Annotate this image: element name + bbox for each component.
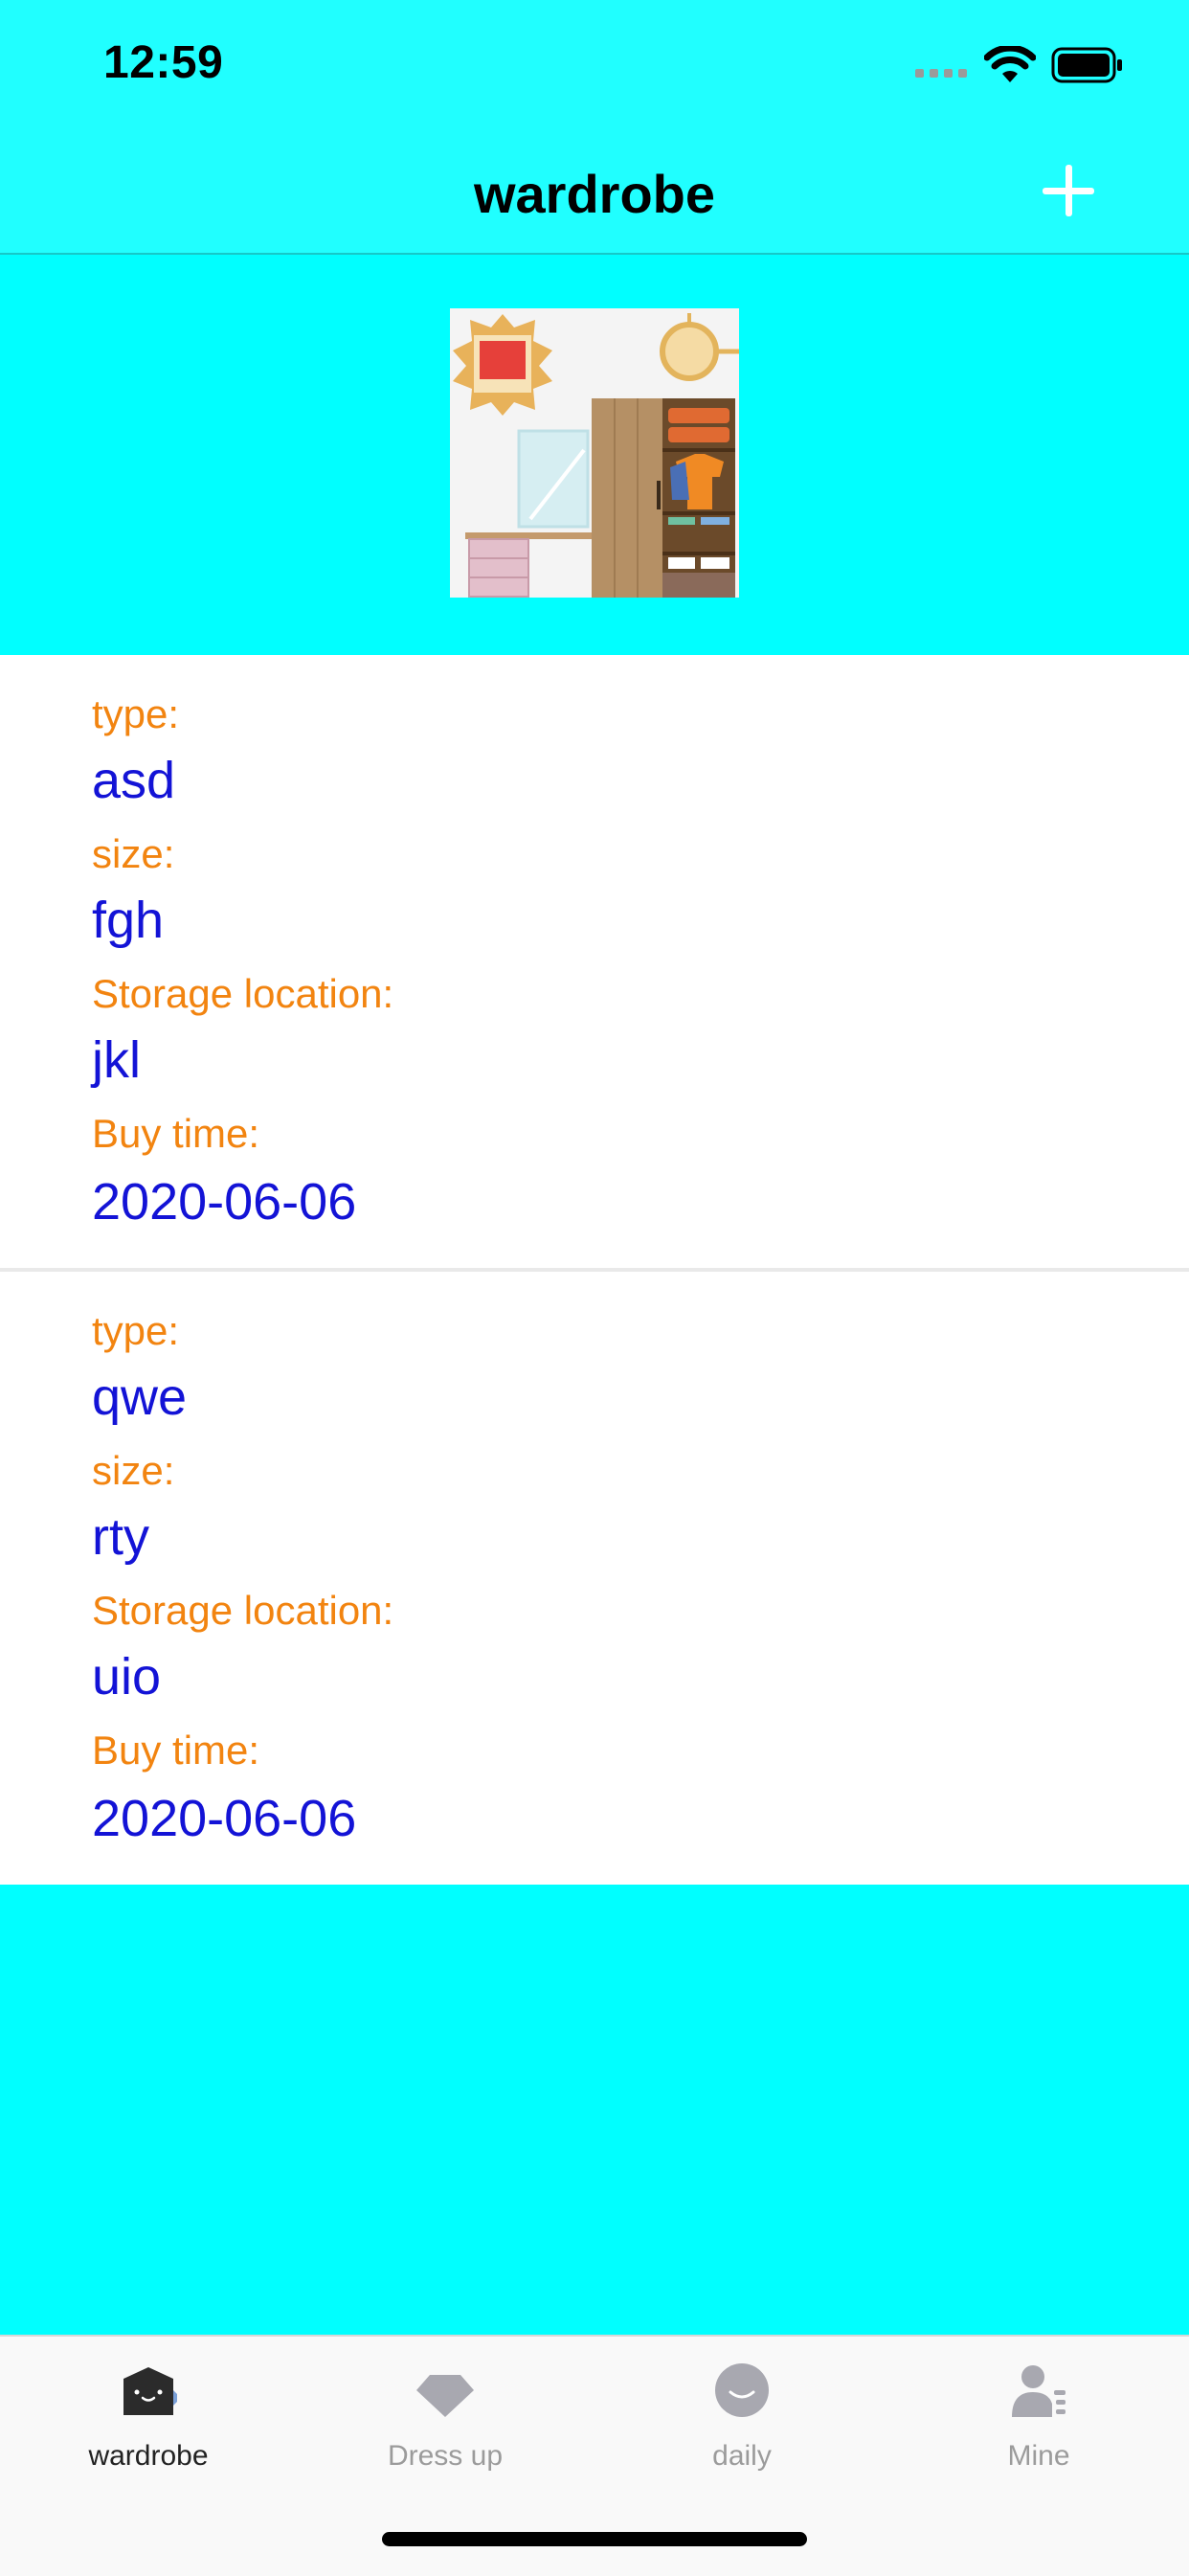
buy-time-value: 2020-06-06 [92, 1790, 357, 1847]
storage-location-label: Storage location: [92, 971, 394, 1016]
buy-time-label: Buy time: [92, 1111, 260, 1156]
type-label: type: [92, 691, 180, 736]
size-value: fgh [92, 892, 165, 949]
navigation-bar: wardrobe [0, 144, 1189, 255]
wifi-icon [984, 46, 1036, 82]
user-icon [1012, 2365, 1066, 2417]
storage-location-label: Storage location: [92, 1588, 394, 1633]
wardrobe-illustration [450, 308, 739, 598]
add-button[interactable] [1039, 161, 1098, 220]
page-title: wardrobe [473, 164, 716, 224]
type-value: asd [92, 752, 176, 809]
type-label: type: [92, 1308, 180, 1353]
tab-label: Dress up [387, 2440, 504, 2472]
tab-label: Mine [1007, 2440, 1070, 2472]
tab-dress-up[interactable]: Dress up [297, 2337, 594, 2480]
type-value: qwe [92, 1368, 188, 1426]
wardrobe-icon [123, 2367, 177, 2415]
status-bar: 12:59 [0, 0, 1189, 144]
size-label: size: [92, 831, 175, 876]
wardrobe-item-card[interactable]: type: qwe size: rty Storage location: ui… [0, 1272, 1189, 1885]
battery-icon [1051, 47, 1122, 83]
buy-time-value: 2020-06-06 [92, 1173, 357, 1231]
tab-label: daily [712, 2440, 772, 2472]
diamond-icon [416, 2375, 474, 2417]
buy-time-label: Buy time: [92, 1728, 260, 1773]
storage-location-value: uio [92, 1648, 162, 1706]
tab-daily[interactable]: daily [594, 2337, 890, 2480]
size-value: rty [92, 1508, 149, 1566]
home-indicator[interactable] [382, 2532, 807, 2546]
status-time: 12:59 [103, 37, 224, 88]
storage-location-value: jkl [92, 1031, 141, 1089]
smile-icon [715, 2363, 769, 2417]
size-label: size: [92, 1448, 175, 1493]
tab-wardrobe[interactable]: wardrobe [0, 2337, 297, 2480]
wardrobe-item-card[interactable]: type: asd size: fgh Storage location: jk… [0, 655, 1189, 1268]
tab-mine[interactable]: Mine [890, 2337, 1187, 2480]
cellular-signal-icon [915, 69, 973, 80]
tab-label: wardrobe [88, 2440, 209, 2472]
